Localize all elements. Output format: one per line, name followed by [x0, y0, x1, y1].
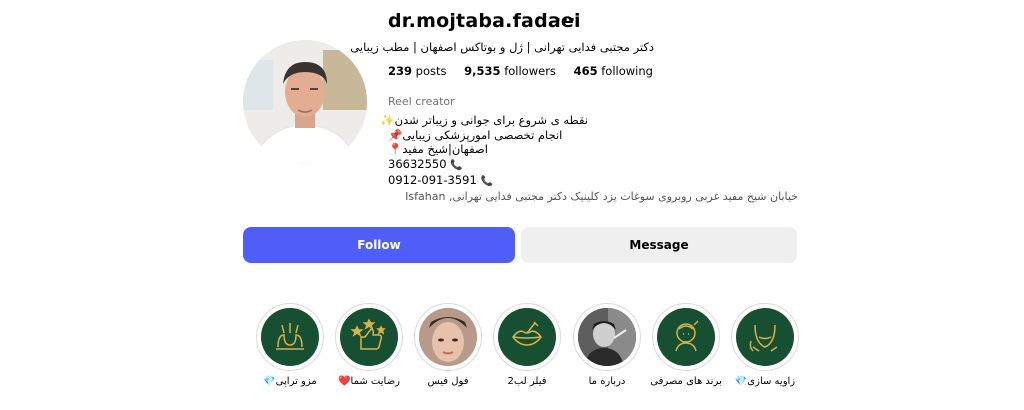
posts-number: 239	[388, 64, 413, 78]
profile-avatar[interactable]	[243, 40, 367, 164]
posts-label: posts	[415, 64, 447, 78]
followers-count[interactable]: 9,535 followers	[464, 64, 556, 78]
follow-button[interactable]: Follow	[243, 227, 515, 263]
posts-count[interactable]: 239 posts	[388, 64, 447, 78]
bio-phone: 36632550 📞	[388, 157, 588, 174]
about-us-photo	[578, 308, 636, 366]
highlight-satisfaction[interactable]: رضایت شما❤️	[335, 303, 403, 387]
more-options-icon[interactable]: ···	[555, 10, 576, 29]
bio-line: نقطه ی شروع برای جوانی و زیباتر شدن✨	[380, 113, 588, 127]
highlight-ring	[573, 303, 641, 371]
bio-line: اصفهان|شیخ مفید📍	[388, 142, 488, 156]
skincare-brands-icon	[657, 308, 715, 366]
profile-stats: 239 posts 9,535 followers 465 following	[388, 64, 667, 78]
highlight-jawline[interactable]: زاویه سازی💎	[731, 303, 799, 387]
hair-mesotherapy-icon	[261, 308, 319, 366]
highlight-mesotherapy[interactable]: مزو تراپی💎	[256, 303, 324, 387]
highlight-brands[interactable]: برند های مصرفی	[650, 303, 722, 387]
highlight-full-face[interactable]: فول فیس	[414, 303, 482, 387]
profile-bio: نقطه ی شروع برای جوانی و زیباتر شدن✨ انج…	[380, 113, 588, 190]
profile-username: dr.mojtaba.fadaei	[388, 10, 581, 32]
highlight-ring	[414, 303, 482, 371]
highlight-ring	[256, 303, 324, 371]
profile-category: Reel creator	[388, 95, 455, 108]
following-count[interactable]: 465 following	[574, 64, 653, 78]
thumbs-up-stars-icon	[340, 308, 398, 366]
phone-number: 0912-091-3591	[388, 173, 477, 187]
lips-icon	[498, 308, 556, 366]
followers-label: followers	[504, 64, 556, 78]
highlight-ring	[493, 303, 561, 371]
profile-address[interactable]: خیابان شیخ مفید غربی روبروی سوغات یزد کل…	[405, 190, 798, 203]
following-label: following	[601, 64, 653, 78]
highlight-ring	[731, 303, 799, 371]
phone-icon: 📞	[450, 159, 463, 171]
followers-number: 9,535	[464, 64, 501, 78]
full-face-photo	[419, 308, 477, 366]
phone-icon: 📞	[480, 176, 493, 187]
highlight-lip-filler[interactable]: فیلر لب2	[493, 303, 561, 387]
bio-line: انجام تخصصی امورپزشکی زیبایی📌	[388, 127, 563, 142]
phone-number: 36632550	[388, 156, 447, 171]
highlight-label: زاویه سازی💎	[734, 376, 796, 387]
jawline-icon	[736, 308, 794, 366]
highlight-ring	[335, 303, 403, 371]
message-button[interactable]: Message	[521, 227, 797, 263]
highlight-ring	[652, 303, 720, 371]
following-number: 465	[573, 64, 598, 78]
bio-phone: 0912-091-3591 📞	[388, 173, 588, 190]
highlight-about-us[interactable]: درباره ما	[573, 303, 641, 387]
profile-full-name: دکتر مجتبی فدایی تهرانی | ژل و بوتاکس اص…	[350, 40, 654, 54]
